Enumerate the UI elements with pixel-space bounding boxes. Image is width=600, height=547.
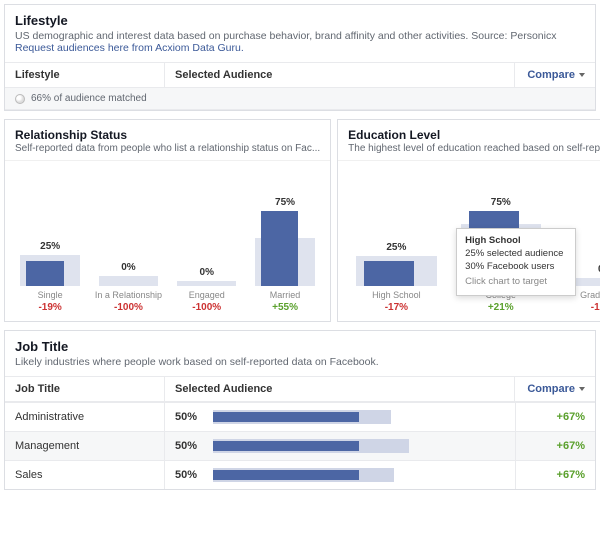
category-label: In a Relationship bbox=[95, 286, 162, 300]
jobtitle-subtitle: Likely industries where people work base… bbox=[15, 356, 585, 368]
education-level-chart[interactable]: Education Level The highest level of edu… bbox=[337, 119, 600, 322]
chevron-down-icon bbox=[579, 73, 585, 77]
category-label: Single bbox=[38, 286, 63, 300]
compare-label: Compare bbox=[527, 69, 575, 81]
jobtitle-panel: Job Title Likely industries where people… bbox=[4, 330, 596, 490]
row-pct: 50% bbox=[175, 411, 205, 423]
chart-title: Education Level bbox=[338, 120, 600, 143]
row-pct: 50% bbox=[175, 469, 205, 481]
lifestyle-header: Lifestyle US demographic and interest da… bbox=[5, 5, 595, 63]
lifestyle-title: Lifestyle bbox=[15, 13, 585, 28]
lifestyle-table-head: Lifestyle Selected Audience Compare bbox=[5, 63, 595, 88]
category-label: Engaged bbox=[189, 286, 225, 300]
delta-value: -100% bbox=[555, 302, 600, 313]
match-icon bbox=[15, 94, 25, 104]
tooltip-line2: 30% Facebook users bbox=[465, 261, 567, 274]
delta-value: -100% bbox=[170, 302, 244, 313]
table-row[interactable]: Sales 50% +67% bbox=[5, 460, 595, 489]
table-row[interactable]: Administrative 50% +67% bbox=[5, 402, 595, 431]
bar-column[interactable]: 75%Married bbox=[248, 186, 322, 300]
chevron-down-icon bbox=[579, 387, 585, 391]
chart-subtitle: The highest level of education reached b… bbox=[338, 143, 600, 160]
bar-column[interactable]: 25%Single bbox=[13, 186, 87, 300]
row-name: Administrative bbox=[5, 403, 165, 431]
table-row[interactable]: Management 50% +67% bbox=[5, 431, 595, 460]
bar-column[interactable]: 0%Engaged bbox=[170, 186, 244, 300]
row-delta: +67% bbox=[515, 461, 595, 489]
row-pct: 50% bbox=[175, 440, 205, 452]
category-label: Grad School bbox=[580, 286, 600, 300]
jobtitle-header: Job Title Likely industries where people… bbox=[5, 331, 595, 377]
row-delta: +67% bbox=[515, 403, 595, 431]
chart-title: Relationship Status bbox=[5, 120, 330, 143]
col-selected-audience: Selected Audience bbox=[165, 377, 515, 401]
delta-value: -100% bbox=[91, 302, 165, 313]
tooltip-line1: 25% selected audience bbox=[465, 248, 567, 261]
col-jobtitle: Job Title bbox=[5, 377, 165, 401]
bar-column[interactable]: 0%In a Relationship bbox=[91, 186, 165, 300]
delta-value: -19% bbox=[13, 302, 87, 313]
category-label: Married bbox=[270, 286, 301, 300]
request-audiences-link[interactable]: Request audiences here from Acxiom Data … bbox=[15, 42, 585, 54]
row-delta: +67% bbox=[515, 432, 595, 460]
delta-value: +55% bbox=[248, 302, 322, 313]
col-lifestyle: Lifestyle bbox=[5, 63, 165, 87]
delta-value: -17% bbox=[346, 302, 446, 313]
relationship-status-chart[interactable]: Relationship Status Self-reported data f… bbox=[4, 119, 331, 322]
compare-dropdown[interactable]: Compare bbox=[515, 63, 595, 87]
match-bar: 66% of audience matched bbox=[5, 88, 595, 110]
category-label: High School bbox=[372, 286, 421, 300]
jobtitle-title: Job Title bbox=[15, 339, 585, 354]
bar-column[interactable]: 25%High School bbox=[346, 186, 446, 300]
lifestyle-subtitle: US demographic and interest data based o… bbox=[15, 30, 585, 42]
charts-row: Relationship Status Self-reported data f… bbox=[0, 115, 600, 326]
chart-tooltip: High School 25% selected audience 30% Fa… bbox=[456, 228, 576, 296]
chart-subtitle: Self-reported data from people who list … bbox=[5, 143, 330, 160]
jobtitle-table-head: Job Title Selected Audience Compare bbox=[5, 377, 595, 402]
compare-dropdown[interactable]: Compare bbox=[515, 377, 595, 401]
compare-label: Compare bbox=[527, 383, 575, 395]
row-name: Management bbox=[5, 432, 165, 460]
lifestyle-panel: Lifestyle US demographic and interest da… bbox=[4, 4, 596, 111]
tooltip-title: High School bbox=[465, 235, 567, 248]
tooltip-click: Click chart to target bbox=[465, 276, 567, 289]
match-text: 66% of audience matched bbox=[31, 93, 147, 104]
row-name: Sales bbox=[5, 461, 165, 489]
delta-value: +21% bbox=[451, 302, 551, 313]
col-selected-audience: Selected Audience bbox=[165, 63, 515, 87]
